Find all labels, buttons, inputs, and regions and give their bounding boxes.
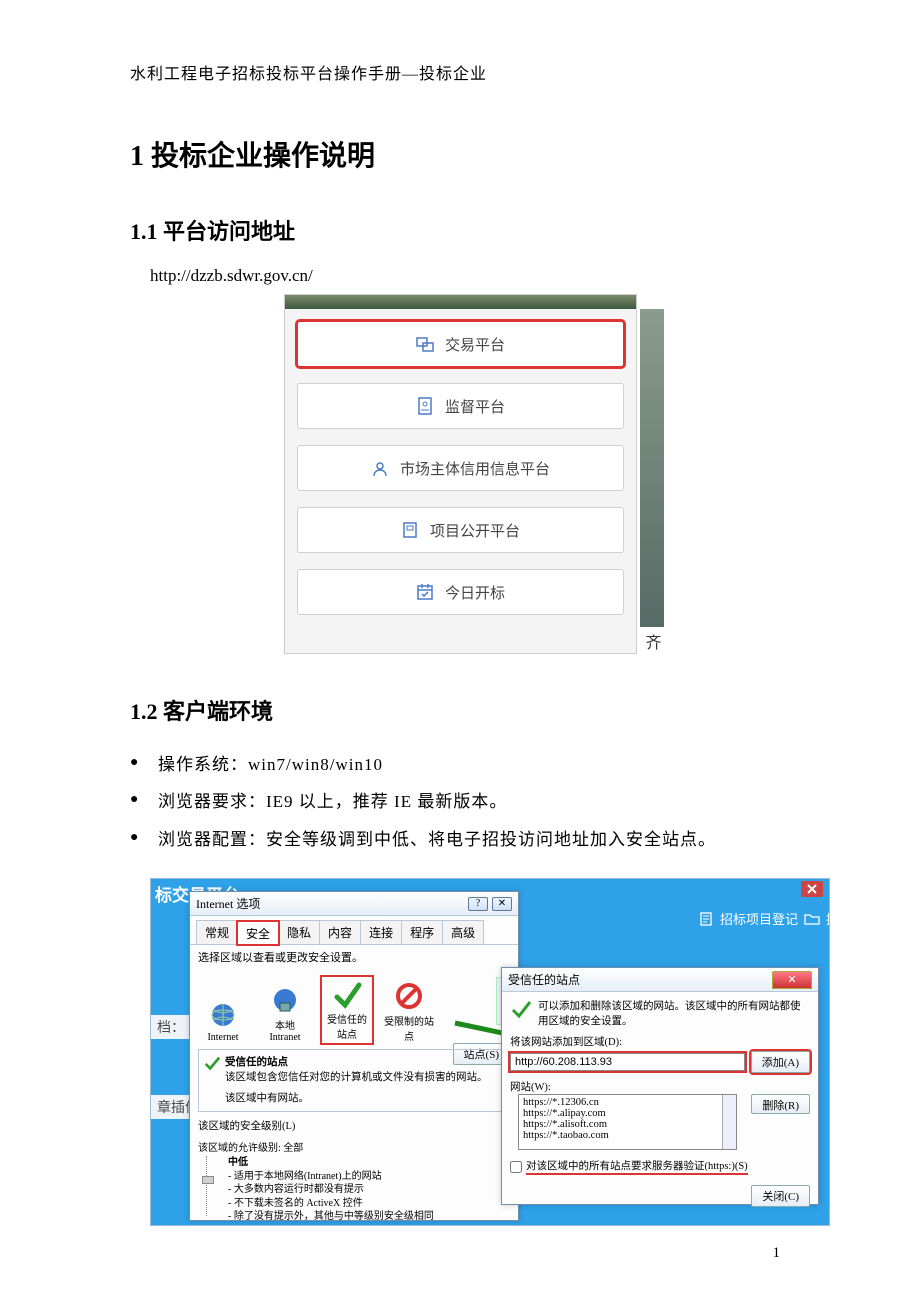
menu-label: 项目公开平台 [430, 520, 520, 541]
list-item[interactable]: https://*.alisoft.com [523, 1119, 732, 1130]
level-line: - 不下载未签名的 ActiveX 控件 [228, 1197, 510, 1211]
close-button[interactable]: ✕ [492, 897, 512, 911]
internet-options-dialog: Internet 选项 ? ✕ 常规安全隐私内容连接程序高级 选择区域以查看或更… [189, 891, 519, 1221]
zone-label: 受限制的站点 [384, 1013, 434, 1043]
menu-icon [415, 582, 435, 602]
menu-label: 交易平台 [445, 334, 505, 355]
menu-item-4[interactable]: 今日开标 [297, 569, 624, 615]
menu-icon [400, 520, 420, 540]
zone-icon [208, 1000, 238, 1030]
bg-toolbar-label1: 招标项目登记 [720, 909, 798, 928]
zone-3[interactable]: 受限制的站点 [384, 981, 434, 1043]
zone-icon [270, 985, 300, 1015]
side-char: 齐 [645, 629, 661, 653]
menu-label: 市场主体信用信息平台 [400, 458, 550, 479]
tab-内容[interactable]: 内容 [319, 920, 361, 944]
menu-item-1[interactable]: 监督平台 [297, 383, 624, 429]
folder-icon [804, 911, 820, 927]
sites-list-label: 网站(W): [502, 1079, 818, 1094]
trusted-dialog-title: 受信任的站点 [508, 971, 580, 988]
trusted-text2: 该区域中有网站。 [225, 1093, 309, 1104]
trusted-info-text: 可以添加和删除该区域的网站。该区域中的所有网站都使用区域的安全设置。 [538, 998, 810, 1028]
list-item[interactable]: https://*.taobao.com [523, 1130, 732, 1141]
tab-隐私[interactable]: 隐私 [278, 920, 320, 944]
bg-close-icon [801, 881, 823, 897]
menu-icon [415, 396, 435, 416]
ie-screenshot: 标交易平台 招标项目登记 招 档： 章插件 Internet 选项 ? ✕ 常规… [150, 878, 830, 1226]
document-icon [698, 911, 714, 927]
menu-item-2[interactable]: 市场主体信用信息平台 [297, 445, 624, 491]
zone-2[interactable]: 受信任的站点 [322, 977, 372, 1043]
help-button[interactable]: ? [468, 897, 488, 911]
tab-常规[interactable]: 常规 [196, 920, 238, 944]
h1-title: 1 投标企业操作说明 [130, 134, 790, 174]
tab-连接[interactable]: 连接 [360, 920, 402, 944]
level-line: - 适用于本地网络(Intranet)上的网站 [228, 1170, 510, 1184]
level-name: 中低 [228, 1157, 248, 1168]
require-https-checkbox[interactable] [510, 1161, 522, 1173]
require-https-label: 对该区域中的所有站点要求服务器验证(https:)(S) [526, 1158, 748, 1175]
zone-label: 受信任的站点 [324, 1011, 370, 1041]
security-level-label: 该区域的安全级别(L) [198, 1118, 510, 1133]
bullet-0: 操作系统：win7/win8/win10 [130, 746, 790, 783]
tab-高级[interactable]: 高级 [442, 920, 484, 944]
platform-url: http://dzzb.sdwr.gov.cn/ [150, 266, 790, 286]
platform-menu-screenshot: 交易平台监督平台市场主体信用信息平台项目公开平台今日开标 齐 [284, 294, 637, 654]
doc-header: 水利工程电子招标投标平台操作手册—投标企业 [130, 60, 790, 84]
level-line: - 除了没有提示外，其他与中等级别安全级相同 [228, 1210, 510, 1224]
bullet-2: 浏览器配置：安全等级调到中低、将电子招投访问地址加入安全站点。 [130, 821, 790, 858]
sites-listbox[interactable]: https://*.12306.cnhttps://*.alipay.comht… [518, 1094, 737, 1150]
check-icon [510, 998, 532, 1020]
close-dialog-button[interactable]: 关闭(C) [751, 1185, 810, 1207]
check-icon [203, 1054, 221, 1072]
section-1-2-title: 1.2 客户端环境 [130, 694, 790, 726]
zone-prompt: 选择区域以查看或更改安全设置。 [190, 945, 518, 969]
zone-label: 本地 Intranet [260, 1017, 310, 1043]
menu-item-0[interactable]: 交易平台 [297, 321, 624, 367]
dialog-title: Internet 选项 [196, 895, 260, 912]
bullet-1: 浏览器要求：IE9 以上，推荐 IE 最新版本。 [130, 783, 790, 820]
list-item[interactable]: https://*.12306.cn [523, 1097, 732, 1108]
menu-icon [415, 334, 435, 354]
trusted-sites-dialog: 受信任的站点 ✕ 可以添加和删除该区域的网站。该区域中的所有网站都使用区域的安全… [501, 967, 819, 1205]
list-item[interactable]: https://*.alipay.com [523, 1108, 732, 1119]
zone-0[interactable]: Internet [198, 1000, 248, 1043]
page-number: 1 [773, 1245, 781, 1262]
add-button[interactable]: 添加(A) [751, 1051, 810, 1073]
trusted-heading: 受信任的站点 [225, 1057, 288, 1068]
trusted-zone-box: 受信任的站点 该区域包含您信任对您的计算机或文件没有损害的网站。 该区域中有网站… [198, 1049, 510, 1112]
bg-toolbar: 招标项目登记 招 [698, 909, 830, 928]
tab-安全[interactable]: 安全 [237, 921, 279, 945]
menu-item-3[interactable]: 项目公开平台 [297, 507, 624, 553]
add-site-input[interactable] [510, 1053, 745, 1071]
add-site-label: 将该网站添加到区域(D): [502, 1034, 818, 1049]
zone-1[interactable]: 本地 Intranet [260, 985, 310, 1043]
trusted-text1: 该区域包含您信任对您的计算机或文件没有损害的网站。 [225, 1072, 488, 1083]
zone-label: Internet [198, 1032, 248, 1043]
section-1-1-title: 1.1 平台访问地址 [130, 214, 790, 246]
list-scrollbar[interactable] [722, 1095, 736, 1149]
allowed-levels: 该区域的允许级别: 全部 [198, 1139, 510, 1154]
menu-label: 今日开标 [445, 582, 505, 603]
menu-label: 监督平台 [445, 396, 505, 417]
security-slider[interactable] [206, 1156, 220, 1216]
zone-icon [332, 979, 362, 1009]
menu-icon [370, 458, 390, 478]
zone-icon [394, 981, 424, 1011]
level-line: - 大多数内容运行时都没有提示 [228, 1183, 510, 1197]
bg-toolbar-label2: 招 [826, 909, 830, 928]
tab-程序[interactable]: 程序 [401, 920, 443, 944]
close-button[interactable]: ✕ [772, 971, 812, 989]
remove-button[interactable]: 删除(R) [751, 1094, 810, 1114]
